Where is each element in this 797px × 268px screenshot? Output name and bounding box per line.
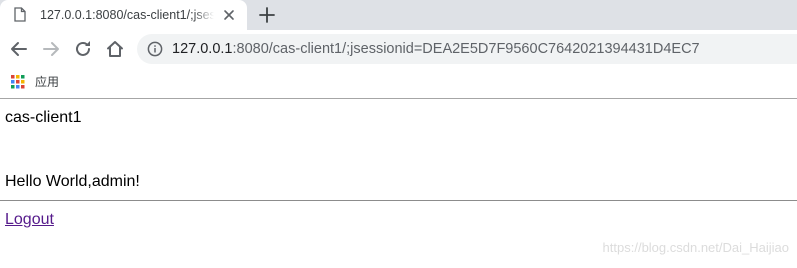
- forward-arrow-icon[interactable]: [40, 38, 62, 60]
- url-host: 127.0.0.1: [172, 41, 233, 57]
- site-name: cas-client1: [5, 109, 82, 126]
- active-tab[interactable]: 127.0.0.1:8080/cas-client1/;jsessionid=D…: [0, 0, 247, 30]
- home-icon[interactable]: [104, 38, 126, 60]
- greeting-text: Hello World,admin!: [5, 173, 140, 190]
- url-text: 127.0.0.1:8080/cas-client1/;jsessionid=D…: [172, 34, 700, 64]
- reload-icon[interactable]: [72, 38, 94, 60]
- apps-grid-dot: [21, 75, 25, 79]
- apps-grid-dot: [11, 75, 15, 79]
- apps-grid-dot: [16, 85, 20, 89]
- page-content: cas-client1 Hello World,admin! Logout ht…: [0, 99, 797, 268]
- bookmarks-bar: 应用: [0, 68, 797, 96]
- watermark: https://blog.csdn.net/Dai_Haijiao: [602, 240, 789, 255]
- plus-icon[interactable]: [257, 5, 277, 25]
- address-bar[interactable]: 127.0.0.1:8080/cas-client1/;jsessionid=D…: [137, 34, 797, 64]
- apps-grid-dot: [11, 85, 15, 89]
- apps-grid-dot: [11, 80, 15, 84]
- apps-grid-dot: [21, 85, 25, 89]
- apps-grid-dot: [16, 75, 20, 79]
- back-arrow-icon[interactable]: [8, 38, 30, 60]
- browser-toolbar: 127.0.0.1:8080/cas-client1/;jsessionid=D…: [0, 30, 797, 68]
- horizontal-rule: [0, 200, 797, 201]
- tab-title: 127.0.0.1:8080/cas-client1/;jsessionid=D…: [40, 8, 214, 22]
- url-path: :8080/cas-client1/;jsessionid=DEA2E5D7F9…: [232, 41, 700, 57]
- logout-link[interactable]: Logout: [5, 211, 54, 229]
- page-icon: [14, 7, 26, 22]
- apps-label[interactable]: 应用: [35, 68, 59, 96]
- apps-grid-dot: [16, 80, 20, 84]
- close-icon[interactable]: [221, 7, 237, 23]
- apps-grid-icon[interactable]: [11, 75, 25, 89]
- apps-grid-dot: [21, 80, 25, 84]
- info-icon[interactable]: [147, 41, 163, 57]
- tab-strip: 127.0.0.1:8080/cas-client1/;jsessionid=D…: [0, 0, 797, 30]
